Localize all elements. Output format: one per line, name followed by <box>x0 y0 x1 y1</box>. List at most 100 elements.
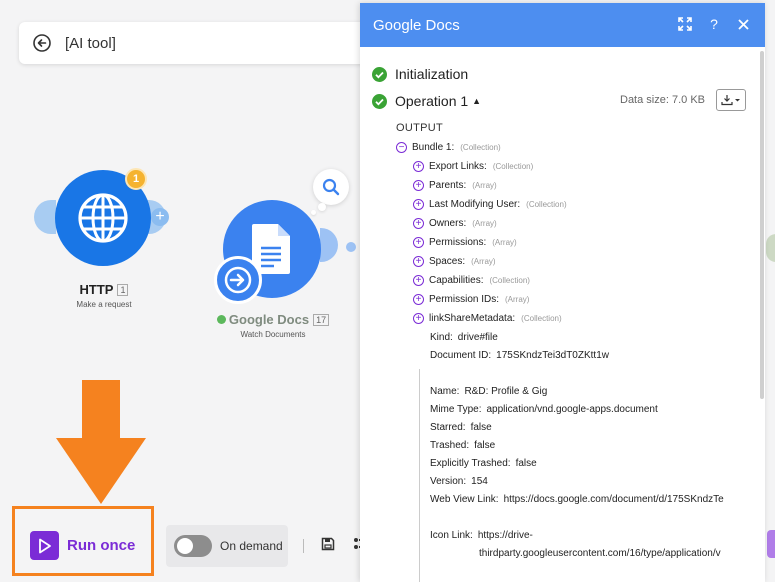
schedule-label: On demand <box>220 539 283 553</box>
download-button[interactable] <box>716 89 746 111</box>
google-docs-module[interactable]: Google Docs 17 Watch Documents <box>208 196 358 346</box>
tree-item[interactable]: + Spaces: (Array) <box>413 256 496 267</box>
tree-item-type: (Array) <box>472 219 497 228</box>
tree-item-key: Owners: <box>429 218 467 229</box>
step-operation[interactable]: Operation 1 ▲ <box>372 93 481 109</box>
tree-item-type: (Collection) <box>521 314 562 323</box>
field-value: 154 <box>471 476 488 487</box>
http-title-text: HTTP <box>79 282 114 297</box>
tree-item-key: Parents: <box>429 180 467 191</box>
expand-plus-icon[interactable]: + <box>413 294 424 305</box>
success-check-icon <box>372 93 387 109</box>
http-input-handle[interactable] <box>34 200 56 234</box>
toolbar-divider <box>303 539 304 553</box>
tree-item[interactable]: + Capabilities: (Collection) <box>413 275 530 286</box>
collapse-icon[interactable]: − <box>396 142 407 153</box>
panel-scrollbar[interactable] <box>760 51 764 399</box>
field-value-continued: thirdparty.googleusercontent.com/16/type… <box>479 548 721 559</box>
scheduling-toggle[interactable] <box>174 535 212 557</box>
field-key: Starred: <box>430 422 466 433</box>
expand-plus-icon[interactable]: + <box>413 199 424 210</box>
expand-plus-icon[interactable]: + <box>413 180 424 191</box>
http-module[interactable]: 1 + HTTP 1 Make a request <box>34 168 174 320</box>
tree-item[interactable]: + Last Modifying User: (Collection) <box>413 199 567 210</box>
field-value: drive#file <box>457 332 498 343</box>
field-value: R&D: Profile & Gig <box>464 386 548 397</box>
field-row: Starred: false <box>430 422 492 433</box>
add-module-icon[interactable]: + <box>151 208 169 226</box>
field-key: Mime Type: <box>430 404 482 415</box>
expand-plus-icon[interactable]: + <box>413 161 424 172</box>
download-icon <box>721 95 740 106</box>
field-value: false <box>515 458 537 469</box>
toggle-knob <box>177 538 193 554</box>
step-initialization-label: Initialization <box>395 66 469 82</box>
field-row: Icon Link: https://drive- <box>430 530 533 541</box>
expand-plus-icon[interactable]: + <box>413 237 424 248</box>
save-icon[interactable] <box>321 537 335 556</box>
field-row: Name: R&D: Profile & Gig <box>430 386 547 397</box>
tree-item-key: Permission IDs: <box>429 294 500 305</box>
expand-plus-icon[interactable]: + <box>413 313 424 324</box>
offscreen-module-handle <box>766 234 775 262</box>
expand-plus-icon[interactable]: + <box>413 218 424 229</box>
tree-item[interactable]: + Parents: (Array) <box>413 180 497 191</box>
data-size: Data size: 7.0 KB <box>620 94 705 106</box>
tree-item-key: Spaces: <box>429 256 466 267</box>
panel-header: Google Docs ? <box>360 3 765 47</box>
field-value: https://drive- <box>477 530 533 541</box>
tree-item[interactable]: + linkShareMetadata: (Collection) <box>413 313 562 324</box>
expand-icon[interactable] <box>677 16 693 32</box>
field-value: false <box>470 422 492 433</box>
scenario-name[interactable]: [AI tool] <box>65 35 116 52</box>
tree-item[interactable]: + Export Links: (Collection) <box>413 161 533 172</box>
field-value: https://docs.google.com/document/d/175SK… <box>503 494 724 505</box>
field-row: Explicitly Trashed: false <box>430 458 537 469</box>
help-icon[interactable]: ? <box>706 16 722 32</box>
gdocs-output-handle[interactable] <box>320 228 338 262</box>
tree-guide-line <box>419 369 420 582</box>
expand-plus-icon[interactable]: + <box>413 275 424 286</box>
tree-item-key: Capabilities: <box>429 275 484 286</box>
field-row: Version: 154 <box>430 476 488 487</box>
expand-plus-icon[interactable]: + <box>413 256 424 267</box>
bubble-tail <box>318 203 326 211</box>
field-key: Explicitly Trashed: <box>430 458 511 469</box>
caret-up-icon: ▲ <box>472 96 482 106</box>
tree-item[interactable]: + Owners: (Array) <box>413 218 497 229</box>
field-row: Web View Link: https://docs.google.com/do… <box>430 494 724 505</box>
offscreen-button <box>767 530 775 558</box>
field-row: Mime Type: application/vnd.google-apps.do… <box>430 404 658 415</box>
field-key: Web View Link: <box>430 494 499 505</box>
step-operation-label: Operation 1 <box>395 93 469 109</box>
output-heading: OUTPUT <box>396 122 444 134</box>
bundle-type: (Collection) <box>460 143 501 152</box>
bundle-row[interactable]: − Bundle 1: (Collection) <box>396 142 501 153</box>
schedule-setting[interactable]: On demand <box>166 525 288 567</box>
panel-title: Google Docs <box>373 16 460 34</box>
close-icon[interactable] <box>735 16 751 32</box>
inspect-bubble[interactable] <box>313 169 349 205</box>
gdocs-module-title: Google Docs 17 <box>208 312 338 327</box>
module-output-panel: Google Docs ? Initialization Operation 1… <box>360 3 765 582</box>
panel-body: Initialization Operation 1 ▲ Data size: … <box>360 47 765 582</box>
tree-item-key: Export Links: <box>429 161 487 172</box>
tree-item[interactable]: + Permissions: (Array) <box>413 237 517 248</box>
tree-item-type: (Array) <box>505 295 530 304</box>
gdocs-module-number: 17 <box>313 314 330 326</box>
step-initialization: Initialization <box>372 66 468 82</box>
field-key: Document ID: <box>430 350 492 361</box>
tree-item[interactable]: + Permission IDs: (Array) <box>413 294 529 305</box>
http-module-number: 1 <box>117 284 129 296</box>
tree-item-type: (Collection) <box>489 276 530 285</box>
trigger-icon[interactable] <box>214 256 262 304</box>
tree-item-key: linkShareMetadata: <box>429 313 516 324</box>
back-arrow-icon[interactable] <box>33 34 51 52</box>
run-once-highlight <box>12 506 154 576</box>
field-row: Kind: drive#file <box>430 332 498 343</box>
field-key: Icon Link: <box>430 530 473 541</box>
annotation-arrow-icon <box>56 380 146 504</box>
field-key: Version: <box>430 476 467 487</box>
tree-item-type: (Collection) <box>492 162 534 171</box>
operation-count-badge: 1 <box>125 168 147 190</box>
